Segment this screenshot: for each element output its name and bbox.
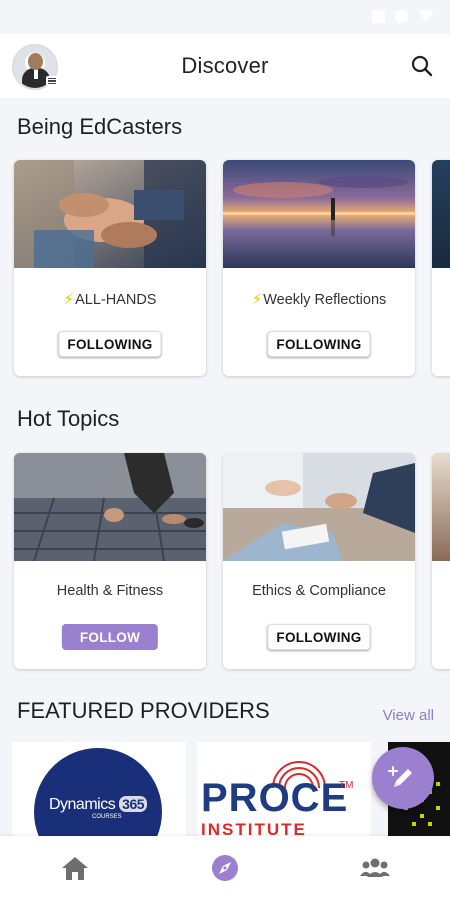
card-label: ⚡Weekly Reflections xyxy=(251,291,387,308)
avatar-shirt xyxy=(34,69,38,79)
card-image-sunset xyxy=(223,160,415,268)
card-label: Health & Fitness xyxy=(56,583,164,599)
menu-icon[interactable] xyxy=(46,76,58,86)
bottom-nav xyxy=(0,836,450,900)
card-image-peek xyxy=(432,160,450,268)
search-icon[interactable] xyxy=(408,52,436,80)
section-title-hot-topics: Hot Topics xyxy=(17,406,120,431)
provider-card-proce-institute[interactable]: PROCE TM INSTITUTE xyxy=(197,742,371,838)
dynamics-logo-text: Dynamics 365 xyxy=(34,796,162,814)
provider-card-dynamics365[interactable]: Dynamics 365 COURSES xyxy=(12,742,186,838)
follow-button[interactable]: FOLLOW xyxy=(61,624,159,650)
notification-icon xyxy=(372,10,385,23)
compass-icon[interactable] xyxy=(209,852,241,884)
topic-card-ethics-compliance[interactable]: Ethics & Compliance FOLLOWING xyxy=(223,453,415,669)
card-label: ⚡ALL-HANDS xyxy=(63,291,157,308)
following-button[interactable]: FOLLOWING xyxy=(267,331,371,357)
channel-card-all-hands[interactable]: ⚡ALL-HANDS FOLLOWING xyxy=(14,160,206,376)
dynamics-logo: Dynamics 365 COURSES xyxy=(34,748,162,838)
topic-card-peek[interactable] xyxy=(432,453,450,669)
view-all-link[interactable]: View all xyxy=(383,707,434,724)
card-image-hands xyxy=(14,160,206,268)
card-image-peek xyxy=(432,453,450,561)
channel-card-weekly-reflections[interactable]: ⚡Weekly Reflections FOLLOWING xyxy=(223,160,415,376)
following-button[interactable]: FOLLOWING xyxy=(267,624,371,650)
following-button[interactable]: FOLLOWING xyxy=(58,331,162,357)
add-post-icon[interactable] xyxy=(372,747,434,809)
proce-logo-tm: TM xyxy=(339,780,354,791)
avatar-face xyxy=(28,53,43,70)
dynamics-logo-sub: COURSES xyxy=(92,814,122,820)
bolt-icon: ⚡ xyxy=(251,291,263,308)
card-image-fitness xyxy=(14,453,206,562)
topic-card-health-fitness[interactable]: Health & Fitness FOLLOW xyxy=(14,453,206,669)
home-icon[interactable] xyxy=(59,852,91,884)
proce-logo-text: PROCE xyxy=(201,776,349,820)
status-icons xyxy=(372,10,434,23)
groups-icon[interactable] xyxy=(359,852,391,884)
section-title-edcasters: Being EdCasters xyxy=(17,114,183,139)
card-image-handshake xyxy=(223,453,415,561)
page-title: Discover xyxy=(181,53,269,78)
section-title-providers: FEATURED PROVIDERS xyxy=(17,698,270,723)
wifi-icon xyxy=(418,10,434,23)
card-label: Ethics & Compliance xyxy=(252,583,386,599)
status-bar xyxy=(0,0,450,34)
signal-icon xyxy=(395,10,408,23)
app-header: Discover xyxy=(0,34,450,98)
bolt-icon: ⚡ xyxy=(63,291,75,308)
channel-card-peek[interactable] xyxy=(432,160,450,376)
